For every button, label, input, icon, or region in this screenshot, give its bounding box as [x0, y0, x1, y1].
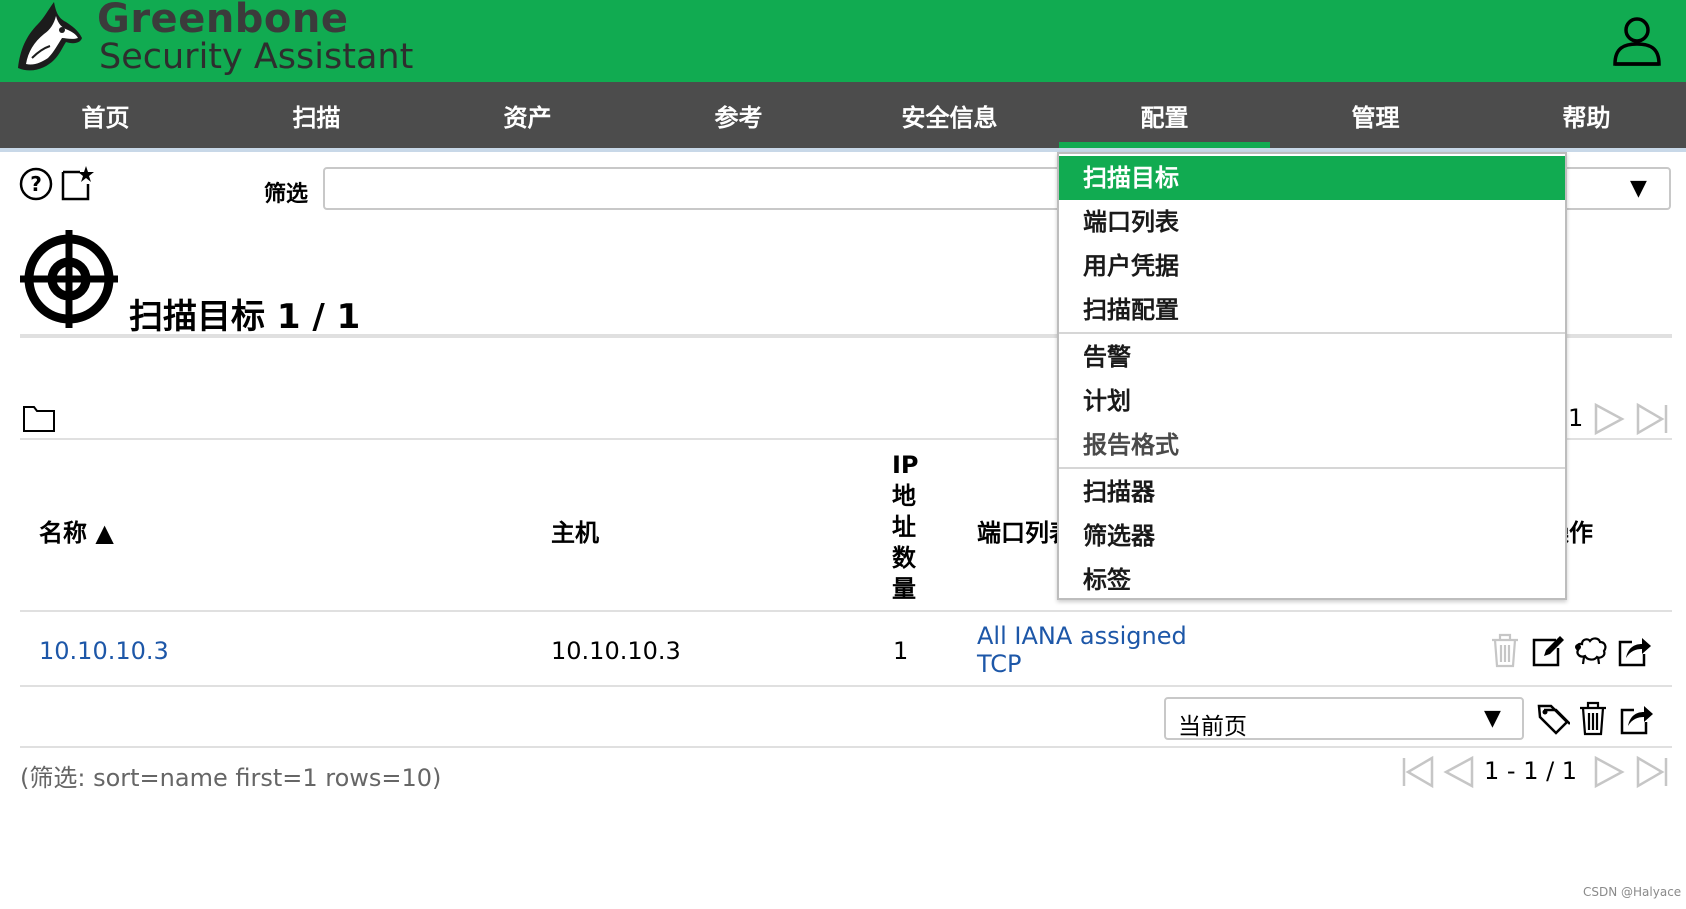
ip-count-header-line: IP [892, 451, 919, 479]
app-header: Greenbone Security Assistant [0, 0, 1686, 82]
menu-item-resilience[interactable]: 参考 [633, 82, 844, 148]
last-page-icon[interactable] [1634, 755, 1670, 789]
bulk-selection-value: 当前页 [1178, 714, 1247, 740]
configuration-dropdown-menu: 扫描目标 端口列表 用户凭据 扫描配置 告警 计划 报告格式 扫描器 筛选器 标… [1057, 152, 1567, 600]
dropdown-item-alerts[interactable]: 告警 [1059, 335, 1565, 379]
bulk-trash-icon[interactable] [1576, 700, 1610, 736]
brand-name: Greenbone [97, 0, 349, 42]
new-star-icon[interactable] [60, 164, 96, 202]
help-circle-icon[interactable]: ? [18, 166, 54, 202]
user-profile-icon[interactable] [1610, 14, 1664, 68]
dropdown-item-scan-configs[interactable]: 扫描配置 [1059, 288, 1565, 332]
dropdown-item-scanners[interactable]: 扫描器 [1059, 470, 1565, 514]
page-title: 扫描目标 1 / 1 [129, 297, 361, 337]
menu-item-assets[interactable]: 资产 [422, 82, 633, 148]
dropdown-item-schedules[interactable]: 计划 [1059, 379, 1565, 423]
ip-count-header-line: 量 [892, 575, 916, 603]
menu-item-administration[interactable]: 管理 [1270, 82, 1481, 148]
dropdown-item-tags[interactable]: 标签 [1059, 558, 1565, 602]
table-row-divider [20, 685, 1672, 687]
next-page-icon[interactable] [1592, 755, 1626, 789]
brand-product: Security Assistant [99, 37, 414, 77]
ip-count-header-line: 地 [892, 482, 916, 510]
dropdown-separator [1059, 467, 1565, 469]
main-menu-bar: 首页 扫描 资产 参考 安全信息 配置 管理 帮助 [0, 82, 1686, 152]
dropdown-item-port-lists[interactable]: 端口列表 [1059, 200, 1565, 244]
folder-icon[interactable] [22, 403, 56, 433]
dropdown-item-filters[interactable]: 筛选器 [1059, 514, 1565, 558]
filter-dropdown-caret[interactable]: ▼ [1630, 176, 1647, 201]
table-header-divider [20, 610, 1672, 612]
svg-text:?: ? [30, 172, 42, 196]
port-list-line: TCP [977, 650, 1022, 678]
table-footer-divider [20, 746, 1672, 748]
target-hosts: 10.10.10.3 [551, 637, 681, 665]
column-header-name[interactable]: 名称 ▲ [39, 513, 114, 548]
ip-count-header-line: 址 [892, 513, 916, 541]
target-ip-count: 1 [893, 637, 909, 665]
clone-sheep-icon[interactable] [1572, 634, 1610, 666]
ip-count-header-line: 数 [892, 544, 916, 572]
first-page-icon[interactable] [1400, 755, 1436, 789]
bulk-export-icon[interactable] [1618, 700, 1654, 736]
previous-page-icon[interactable] [1442, 755, 1476, 789]
port-list-line: All IANA assigned [977, 622, 1187, 650]
target-name-link[interactable]: 10.10.10.3 [39, 637, 169, 665]
dropdown-item-report-formats[interactable]: 报告格式 [1059, 423, 1565, 467]
greenbone-dragon-logo-icon[interactable] [10, 0, 90, 80]
dropdown-separator [1059, 332, 1565, 334]
applied-filter-note: (筛选: sort=name first=1 rows=10) [20, 764, 442, 792]
dropdown-item-credentials[interactable]: 用户凭据 [1059, 244, 1565, 288]
column-header-ip-count[interactable]: IP 地 址 数 量 [892, 450, 932, 605]
column-header-hosts[interactable]: 主机 [551, 513, 599, 548]
target-port-list-link[interactable]: All IANA assigned TCP [977, 622, 1187, 678]
filter-label: 筛选 [264, 182, 309, 207]
next-page-icon[interactable] [1592, 402, 1626, 436]
menu-item-scans[interactable]: 扫描 [211, 82, 422, 148]
dropdown-item-targets[interactable]: 扫描目标 [1059, 156, 1565, 200]
menu-item-home[interactable]: 首页 [0, 82, 211, 148]
pagination-top-text: 1 [1568, 404, 1584, 432]
bulk-selection-dropdown[interactable]: 当前页 ▼ [1164, 697, 1524, 740]
menu-item-secinfo[interactable]: 安全信息 [844, 82, 1055, 148]
tag-icon[interactable] [1536, 702, 1570, 736]
watermark: CSDN @Halyace [1583, 885, 1682, 899]
edit-icon[interactable] [1530, 632, 1566, 668]
crosshair-target-icon [20, 230, 118, 328]
menu-item-configuration[interactable]: 配置 [1059, 82, 1270, 148]
bulk-selection-caret: ▼ [1484, 706, 1501, 731]
trash-icon[interactable] [1488, 632, 1522, 668]
menu-item-help[interactable]: 帮助 [1481, 82, 1686, 148]
last-page-icon[interactable] [1634, 402, 1670, 436]
export-icon[interactable] [1616, 632, 1652, 668]
pagination-bottom-text: 1 - 1 / 1 [1484, 757, 1578, 785]
